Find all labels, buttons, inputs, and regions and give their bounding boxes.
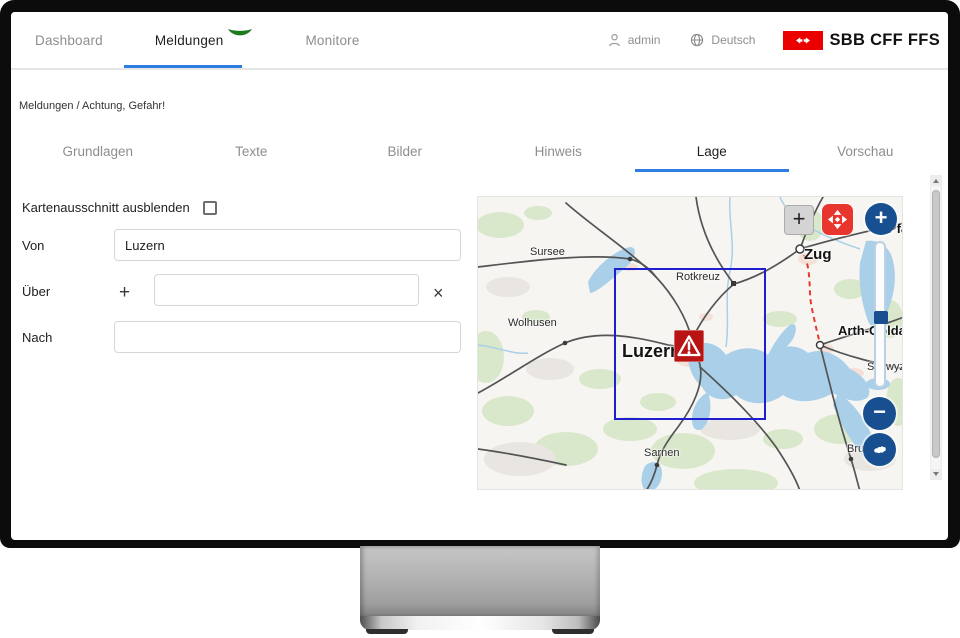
map-home-switzerland-button[interactable] (863, 433, 896, 466)
user-icon (608, 33, 621, 47)
ueber-input[interactable] (154, 274, 419, 306)
ueber-label: Über (22, 284, 50, 299)
language-label: Deutsch (711, 33, 755, 47)
scrollbar-down-button[interactable] (931, 469, 941, 479)
header-right-cluster: admin Deutsch SBB CFF FFS (608, 12, 940, 68)
hide-map-label: Kartenausschnitt ausblenden (22, 200, 190, 215)
tab-lage[interactable]: Lage (635, 130, 789, 172)
map-expand-button[interactable]: + (784, 205, 814, 235)
map-zoom-in-button[interactable]: + (865, 203, 897, 235)
map-zoom-slider-handle[interactable] (874, 311, 888, 324)
nach-input[interactable] (114, 321, 461, 353)
nav-item-meldungen[interactable]: Meldungen (155, 33, 224, 48)
tab-grundlagen[interactable]: Grundlagen (21, 130, 175, 172)
tab-bilder[interactable]: Bilder (328, 130, 482, 172)
page-scrollbar[interactable] (930, 175, 942, 480)
tab-vorschau[interactable]: Vorschau (789, 130, 943, 172)
nach-label: Nach (22, 330, 52, 345)
map-label-arth-goldau: Arth-Goldau (838, 323, 903, 338)
globe-icon (690, 33, 704, 47)
clear-via-button[interactable]: × (433, 284, 444, 302)
sbb-logo: SBB CFF FFS (783, 31, 940, 50)
tab-texte[interactable]: Texte (175, 130, 329, 172)
von-input[interactable] (114, 229, 461, 261)
breadcrumb: Meldungen / Achtung, Gefahr! (19, 100, 165, 112)
sbb-signet-icon (783, 31, 823, 50)
top-navigation-bar: Dashboard Meldungen Monitore admin (11, 12, 948, 70)
map-label-wolhusen: Wolhusen (508, 317, 557, 329)
user-name: admin (628, 33, 661, 47)
nav-item-monitore[interactable]: Monitore (305, 33, 359, 48)
active-nav-underline (124, 65, 242, 68)
app-window: Dashboard Meldungen Monitore admin (11, 12, 948, 540)
pan-arrows-icon (825, 207, 850, 232)
map-label-zug: Zug (804, 246, 832, 263)
warning-marker-icon[interactable] (674, 330, 704, 362)
von-label: Von (22, 238, 44, 253)
tab-hinweis[interactable]: Hinweis (482, 130, 636, 172)
switzerland-icon (869, 439, 890, 460)
map-zoom-out-button[interactable]: − (863, 397, 896, 430)
tab-bar: Grundlagen Texte Bilder Hinweis Lage Vor… (21, 130, 942, 172)
brand-text: SBB CFF FFS (829, 31, 940, 50)
map-pan-button[interactable] (822, 204, 853, 235)
scrollbar-thumb[interactable] (932, 190, 940, 458)
map-viewport[interactable]: Sursee Rotkreuz Zug Wolhusen Luzern Arth… (477, 196, 903, 490)
scrollbar-up-button[interactable] (931, 176, 941, 186)
monitor-foot-left (366, 629, 408, 634)
nav-item-dashboard[interactable]: Dashboard (35, 33, 103, 48)
map-label-sarnen: Sarnen (644, 447, 679, 459)
language-menu[interactable]: Deutsch (690, 33, 755, 47)
main-nav: Dashboard Meldungen Monitore (35, 12, 360, 68)
stage: Dashboard Meldungen Monitore admin (0, 0, 960, 638)
scrollbar-down-icon (933, 472, 939, 476)
user-menu[interactable]: admin (608, 33, 661, 47)
monitor-base (360, 616, 600, 630)
nav-item-meldungen-wrap: Meldungen (155, 33, 254, 48)
add-via-button[interactable]: + (119, 283, 130, 302)
map-zoom-slider[interactable] (874, 241, 886, 388)
scrollbar-up-icon (933, 179, 939, 183)
hide-map-checkbox[interactable] (203, 201, 217, 215)
monitor-stand (360, 546, 600, 618)
monitor-foot-right (552, 629, 594, 634)
map-label-sursee: Sursee (530, 246, 565, 258)
green-crescent-icon (227, 28, 253, 38)
